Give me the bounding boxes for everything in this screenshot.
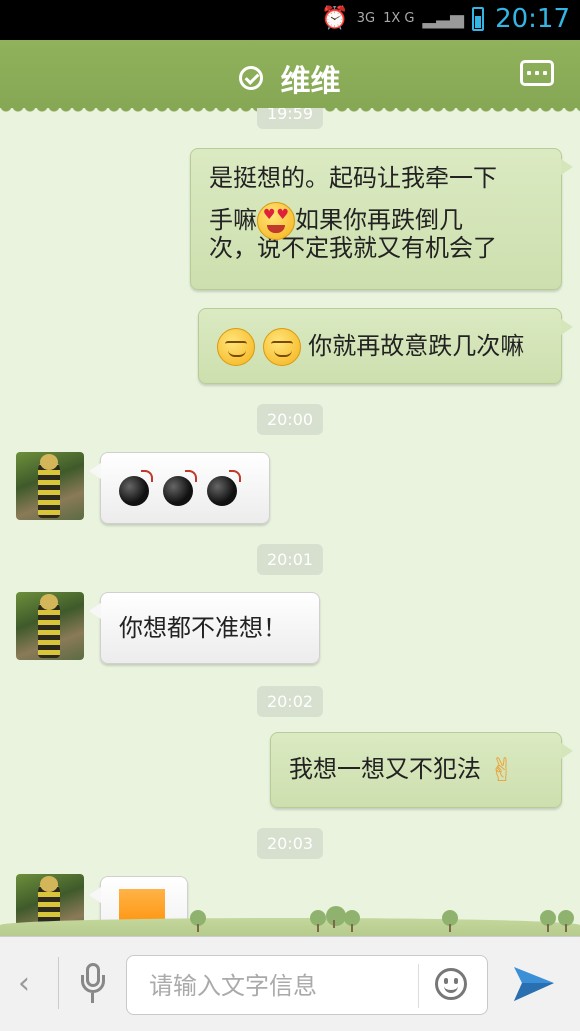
message-input-bar: ‹: [0, 936, 580, 1031]
message-text: 我想一想又不犯法: [289, 755, 481, 783]
message-text: 是挺想的。起码让我牵一下: [209, 164, 497, 192]
message-bubble-sent[interactable]: 是挺想的。起码让我牵一下 手嘛如果你再跌倒几 次，说不定我就又有机会了: [190, 148, 573, 290]
contact-avatar[interactable]: [16, 452, 84, 520]
smirk-emoji-icon: [262, 328, 301, 366]
bomb-emoji-icon: [117, 468, 157, 508]
message-bubble-received[interactable]: [89, 452, 270, 524]
send-button[interactable]: [512, 961, 556, 1005]
divider: [418, 964, 419, 1008]
message-bubble-sent[interactable]: 你就再故意跌几次嘛: [198, 308, 573, 384]
more-dots-icon: [527, 71, 531, 75]
bomb-emoji-icon: [161, 468, 201, 508]
message-text: 你就再故意跌几次嘛: [308, 332, 525, 360]
collapse-button[interactable]: ‹: [18, 969, 30, 999]
timestamp: 19:59: [256, 108, 324, 129]
background-landscape: [0, 896, 580, 936]
battery-icon: [472, 6, 484, 31]
smiley-icon[interactable]: [435, 968, 467, 1000]
message-bubble-sent[interactable]: 我想一想又不犯法 ✌: [270, 732, 573, 808]
timestamp: 20:03: [256, 828, 324, 859]
message-bubble-received[interactable]: 你想都不准想！: [89, 592, 320, 664]
signal-icon: ▂▃▅: [422, 8, 464, 29]
contact-avatar[interactable]: [16, 592, 84, 660]
smirk-emoji-icon: [217, 328, 255, 366]
status-icons: ⏰ 3G 1X G ▂▃▅: [321, 6, 484, 31]
chat-messages[interactable]: 19:59 是挺想的。起码让我牵一下 手嘛如果你再跌倒几 次，说不定我就又有机会…: [0, 108, 580, 936]
chat-header: 维维: [0, 40, 580, 114]
message-input[interactable]: [147, 968, 421, 1004]
clock: 20:17: [495, 4, 570, 34]
network-type-2: 1X G: [383, 11, 415, 26]
check-circle-icon: [239, 66, 264, 90]
timestamp: 20:01: [256, 544, 324, 575]
divider: [58, 957, 59, 1009]
message-text: 你想都不准想！: [119, 614, 287, 642]
message-text-line3: 次，说不定我就又有机会了: [209, 234, 497, 262]
contact-name: 维维: [280, 64, 341, 99]
status-bar: ⏰ 3G 1X G ▂▃▅ 20:17: [0, 0, 580, 40]
more-options-button[interactable]: [520, 60, 554, 86]
heart-eyes-emoji-icon: [257, 202, 295, 240]
victory-hand-emoji-icon: ✌: [488, 751, 516, 789]
header-title: 维维: [0, 56, 580, 100]
timestamp: 20:00: [256, 404, 324, 435]
microphone-icon[interactable]: [80, 963, 106, 1005]
alarm-clock-icon: ⏰: [321, 6, 349, 31]
send-icon: [514, 967, 554, 1001]
message-input-box[interactable]: [126, 955, 488, 1015]
network-type: 3G: [356, 11, 376, 26]
timestamp: 20:02: [256, 686, 324, 717]
bomb-emoji-icon: [205, 468, 245, 508]
